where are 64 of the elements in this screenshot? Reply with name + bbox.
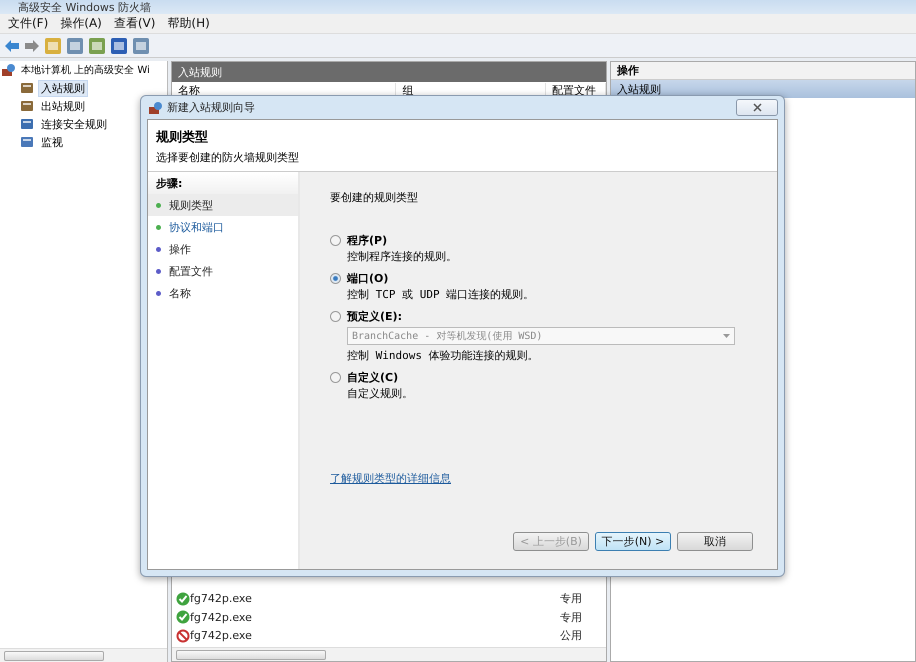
option-description: 自定义规则。	[347, 386, 413, 401]
rules-icon	[20, 81, 34, 95]
table-cell-text: 专用	[560, 591, 583, 606]
table-cell-text: 专用	[560, 610, 583, 625]
table-cell-text: 公用	[560, 628, 583, 644]
firewall-icon	[2, 63, 16, 77]
option-description: 控制 TCP 或 UDP 端口连接的规则。	[347, 287, 534, 302]
option-label: 预定义(E):	[347, 309, 403, 324]
page-subheading: 选择要创建的防火墙规则类型	[156, 150, 300, 165]
firewall-icon	[149, 100, 163, 114]
step-item[interactable]: 操作	[148, 238, 298, 260]
option-label: 端口(O)	[347, 271, 390, 286]
prompt-text: 要创建的规则类型	[330, 190, 419, 205]
pane-header: 操作	[611, 62, 915, 80]
tree-item[interactable]: 本地计算机 上的高级安全 Wi	[20, 62, 151, 78]
tree-item[interactable]: 连接安全规则	[38, 116, 110, 132]
option-description: 控制程序连接的规则。	[347, 249, 457, 264]
table-cell-text: fg742p.exe	[190, 610, 253, 624]
action-item[interactable]: 入站规则	[611, 80, 915, 98]
step-label: 协议和端口	[169, 220, 224, 234]
dialog-button[interactable]: 取消	[677, 532, 753, 551]
back-arrow-icon[interactable]	[4, 38, 20, 52]
option-label: 程序(P)	[347, 233, 388, 248]
step-label: 名称	[169, 286, 191, 300]
step-item[interactable]: 规则类型	[148, 194, 298, 216]
option-label: 自定义(C)	[347, 370, 400, 385]
window-title: 高级安全 Windows 防火墙	[18, 0, 152, 14]
menu-item[interactable]: 操作(A)	[56, 14, 106, 33]
step-item[interactable]: 配置文件	[148, 260, 298, 282]
dialog-title: 新建入站规则向导	[167, 100, 255, 115]
pane-icon[interactable]	[66, 36, 84, 54]
menu-item[interactable]: 帮助(H)	[163, 14, 214, 33]
step-label: 操作	[169, 242, 191, 256]
close-icon	[752, 103, 762, 112]
pane-header: 入站规则	[172, 62, 606, 82]
radio-button[interactable]	[330, 273, 341, 284]
step-label: 配置文件	[169, 264, 213, 278]
radio-button[interactable]	[330, 372, 341, 383]
menu-item[interactable]: 文件(F)	[4, 14, 52, 33]
caret-icon	[723, 334, 730, 338]
pane-icon[interactable]	[132, 36, 150, 54]
dialog-button[interactable]: 下一步(N) >	[595, 532, 671, 551]
page-heading: 规则类型	[156, 129, 209, 146]
menu-item[interactable]: 查看(V)	[110, 14, 160, 33]
option-description: 控制 Windows 体验功能连接的规则。	[347, 348, 540, 363]
scrollbar[interactable]	[0, 648, 167, 662]
check-icon	[176, 610, 190, 624]
blocked-icon	[176, 628, 190, 643]
tree-item[interactable]: 入站规则	[38, 80, 88, 96]
close-button[interactable]	[736, 99, 778, 116]
scrollbar[interactable]	[172, 647, 606, 661]
radio-button[interactable]	[330, 311, 341, 322]
rules-icon	[20, 99, 34, 113]
tree-item[interactable]: 监视	[38, 134, 66, 150]
check-icon	[176, 592, 190, 606]
table-cell-text: fg742p.exe	[190, 592, 253, 606]
step-item[interactable]: 名称	[148, 282, 298, 304]
tree-item[interactable]: 出站规则	[38, 98, 88, 114]
table-cell-text: fg742p.exe	[190, 629, 253, 642]
radio-button[interactable]	[330, 235, 341, 246]
forward-arrow-icon[interactable]	[24, 38, 40, 52]
help-link[interactable]: 了解规则类型的详细信息	[330, 471, 451, 486]
step-label: 规则类型	[169, 198, 213, 212]
step-item[interactable]: 协议和端口	[148, 216, 298, 238]
